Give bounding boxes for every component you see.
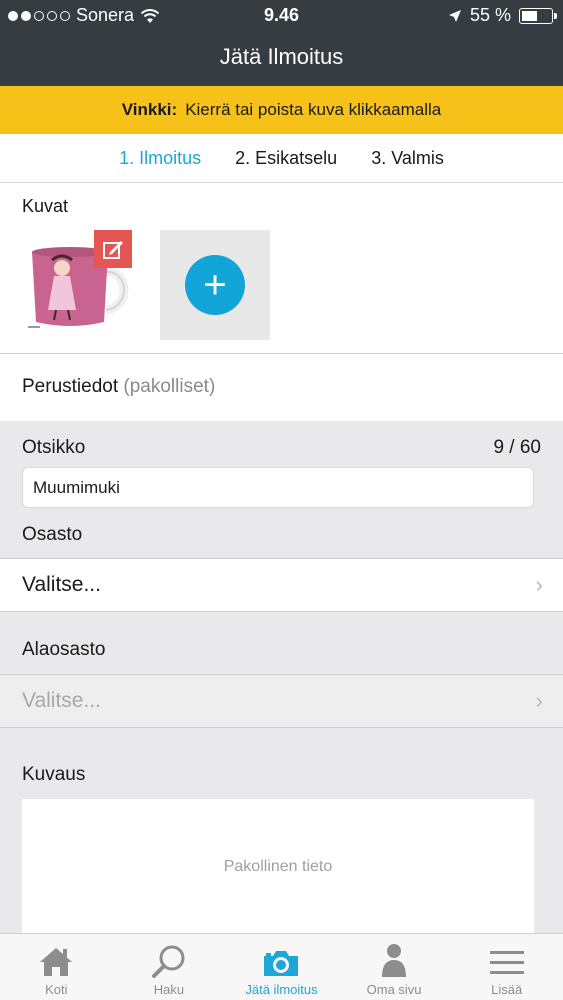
- menu-icon: [489, 951, 524, 974]
- department-label: Osasto: [22, 524, 83, 545]
- chevron-right-icon: ›: [535, 688, 543, 713]
- status-right: 55 %: [448, 5, 557, 26]
- tab-label: Oma sivu: [366, 982, 422, 997]
- battery-icon: [519, 7, 557, 24]
- title-counter: 9 / 60: [493, 437, 541, 458]
- tab-label: Jätä ilmoitus: [245, 982, 318, 997]
- divider: [0, 353, 563, 354]
- basic-info-label: Perustiedot: [22, 376, 119, 397]
- step-indicator: 1. Ilmoitus 2. Esikatselu 3. Valmis: [0, 134, 563, 183]
- step-ilmoitus[interactable]: 1. Ilmoitus: [119, 148, 201, 169]
- tab-label: Lisää: [491, 982, 523, 997]
- basic-info-heading: Perustiedot (pakolliset): [22, 376, 215, 398]
- tab-oma-sivu[interactable]: Oma sivu: [338, 934, 451, 1000]
- tab-haku[interactable]: Haku: [113, 934, 226, 1000]
- required-note: (pakolliset): [123, 376, 216, 397]
- subdepartment-placeholder: Valitse...: [22, 689, 101, 712]
- tab-koti[interactable]: Koti: [0, 934, 113, 1000]
- title-input[interactable]: Muumimuki: [22, 467, 534, 508]
- search-icon: [151, 945, 185, 978]
- header: Sonera 9.46 55 % Jätä Ilmoitus: [0, 0, 563, 86]
- step-valmis[interactable]: 3. Valmis: [371, 148, 444, 169]
- subdepartment-label: Alaosasto: [22, 639, 106, 660]
- description-textarea[interactable]: Pakollinen tieto: [22, 799, 534, 934]
- tab-label: Haku: [153, 982, 185, 997]
- department-value: Valitse...: [22, 573, 101, 596]
- photo-thumbnail[interactable]: [22, 230, 132, 340]
- status-bar: Sonera 9.46 55 %: [0, 0, 563, 32]
- camera-icon: [264, 951, 299, 976]
- location-arrow-icon: [448, 9, 461, 22]
- photos-label: Kuvat: [22, 196, 69, 216]
- tab-lisaa[interactable]: Lisää: [450, 934, 563, 1000]
- title-label: Otsikko: [22, 437, 86, 458]
- plus-icon: +: [185, 255, 245, 315]
- tip-label: Vinkki:: [121, 100, 178, 119]
- tab-jata-ilmoitus[interactable]: Jätä ilmoitus: [225, 934, 338, 1000]
- description-label: Kuvaus: [22, 764, 86, 785]
- tab-label: Koti: [45, 982, 68, 997]
- edit-photo-button[interactable]: [94, 230, 132, 268]
- description-placeholder: Pakollinen tieto: [223, 857, 333, 875]
- subdepartment-select[interactable]: Valitse... ›: [0, 674, 563, 728]
- tip-text: Kierrä tai poista kuva klikkaamalla: [185, 100, 442, 119]
- page-title: Jätä Ilmoitus: [219, 44, 344, 69]
- tip-banner: Vinkki: Kierrä tai poista kuva klikkaama…: [0, 86, 563, 134]
- department-select[interactable]: Valitse... ›: [0, 558, 563, 612]
- person-icon: [382, 944, 407, 977]
- battery-percent: 55 %: [469, 5, 511, 25]
- chevron-right-icon: ›: [535, 572, 543, 597]
- photos-row: +: [22, 230, 270, 340]
- add-photo-button[interactable]: +: [160, 230, 270, 340]
- edit-icon: [103, 241, 123, 259]
- home-icon: [40, 948, 73, 976]
- tab-bar: Koti Haku Jätä ilmoitus Oma sivu Lisää: [0, 933, 563, 1000]
- step-esikatselu[interactable]: 2. Esikatselu: [235, 148, 337, 169]
